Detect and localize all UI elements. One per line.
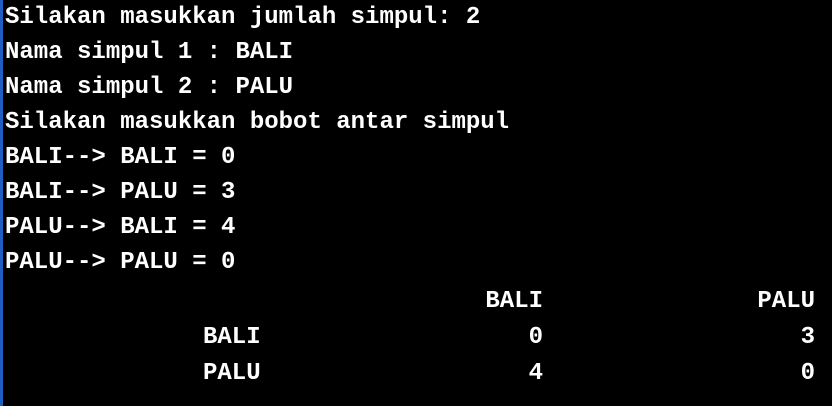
output-line: Nama simpul 1 : BALI [5, 39, 294, 66]
matrix-cell: 3 [800, 324, 815, 351]
matrix-cell: 4 [528, 360, 543, 387]
terminal-window[interactable]: Silakan masukkan jumlah simpul: 2 Nama s… [0, 0, 832, 406]
output-line: BALI--> BALI = 0 [5, 144, 236, 171]
matrix-cell: 0 [528, 324, 543, 351]
output-line: PALU--> BALI = 4 [5, 214, 236, 241]
output-line: Silakan masukkan jumlah simpul: 2 [5, 4, 481, 31]
output-line: BALI--> PALU = 3 [5, 179, 236, 206]
matrix-row-label: PALU [203, 360, 261, 387]
matrix-cell: 0 [800, 360, 815, 387]
output-line: Silakan masukkan bobot antar simpul [5, 109, 510, 136]
matrix-col-header: PALU [757, 288, 815, 315]
matrix-col-header: BALI [485, 288, 543, 315]
output-line: Nama simpul 2 : PALU [5, 74, 294, 101]
output-line: PALU--> PALU = 0 [5, 249, 236, 276]
matrix-row-label: BALI [203, 324, 261, 351]
